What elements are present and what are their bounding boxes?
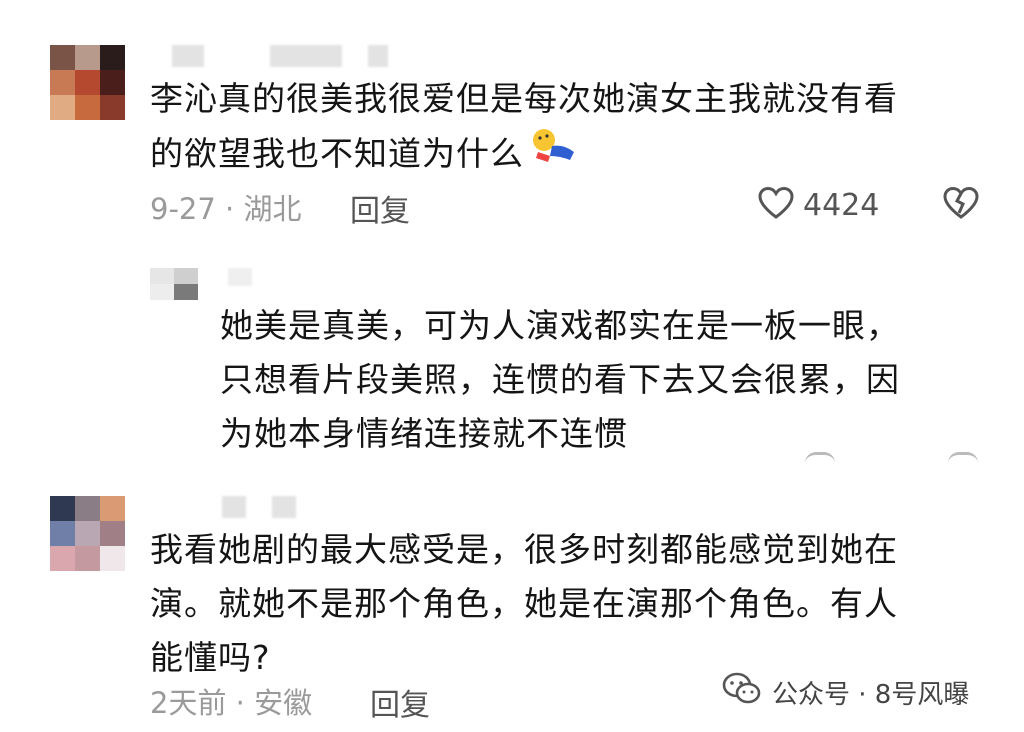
reply-line: 她美是真美，可为人演戏都实在是一板一眼， — [220, 306, 900, 345]
wechat-icon — [722, 672, 762, 713]
reply-button[interactable]: 回复 — [350, 186, 410, 230]
meta-separator: · — [225, 192, 235, 226]
comment-date: 2天前 — [150, 686, 227, 720]
avatar[interactable] — [50, 45, 125, 120]
watermark-label: 公众号 · 8号风曝 — [772, 680, 970, 710]
comment-location: 湖北 — [243, 192, 302, 226]
watermark: 公众号 · 8号风曝 — [722, 672, 969, 713]
meta-separator: · — [235, 686, 245, 720]
comment-line-text: 的欲望我也不知道为什么 — [150, 134, 524, 173]
comment-line: 的欲望我也不知道为什么 — [150, 126, 1010, 182]
cropped-icon-edge — [948, 452, 978, 463]
username-blurred[interactable] — [368, 45, 388, 67]
username-blurred[interactable] — [172, 45, 204, 67]
cropped-icon-edge — [805, 452, 835, 463]
like-button[interactable]: 4424 — [757, 186, 879, 224]
comment-date: 9-27 — [150, 192, 216, 226]
username-blurred[interactable] — [222, 496, 246, 518]
comment-location: 安徽 — [254, 686, 313, 720]
comment-meta: 2天前 · 安徽 — [150, 680, 312, 722]
comment-text: 李沁真的很美我很爱但是每次她演女主我就没有看 的欲望我也不知道为什么 — [150, 72, 1010, 182]
comment-line: 演。就她不是那个角色，她是在演那个角色。有人 — [150, 584, 898, 623]
avatar[interactable] — [50, 496, 125, 571]
username-blurred[interactable] — [272, 496, 296, 518]
reply-line: 为她本身情绪连接就不连惯 — [220, 414, 628, 453]
comment-meta: 9-27 · 湖北 — [150, 186, 302, 228]
username-blurred[interactable] — [228, 268, 252, 286]
face-lying-down-emoji — [530, 126, 582, 182]
comment-line: 李沁真的很美我很爱但是每次她演女主我就没有看 — [150, 79, 898, 118]
like-count: 4424 — [803, 187, 880, 223]
reply-line: 只想看片段美照，连惯的看下去又会很累，因 — [220, 360, 900, 399]
comment-text: 我看她剧的最大感受是，很多时刻都能感觉到她在 演。就她不是那个角色，她是在演那个… — [150, 523, 1010, 685]
reply-button[interactable]: 回复 — [370, 680, 430, 724]
avatar[interactable] — [150, 268, 198, 300]
reply-text: 她美是真美，可为人演戏都实在是一板一眼， 只想看片段美照，连惯的看下去又会很累，… — [220, 299, 1010, 461]
comment-line: 我看她剧的最大感受是，很多时刻都能感觉到她在 — [150, 530, 898, 569]
broken-heart-icon[interactable] — [942, 186, 980, 224]
username-blurred[interactable] — [270, 45, 342, 67]
heart-icon — [757, 186, 795, 224]
